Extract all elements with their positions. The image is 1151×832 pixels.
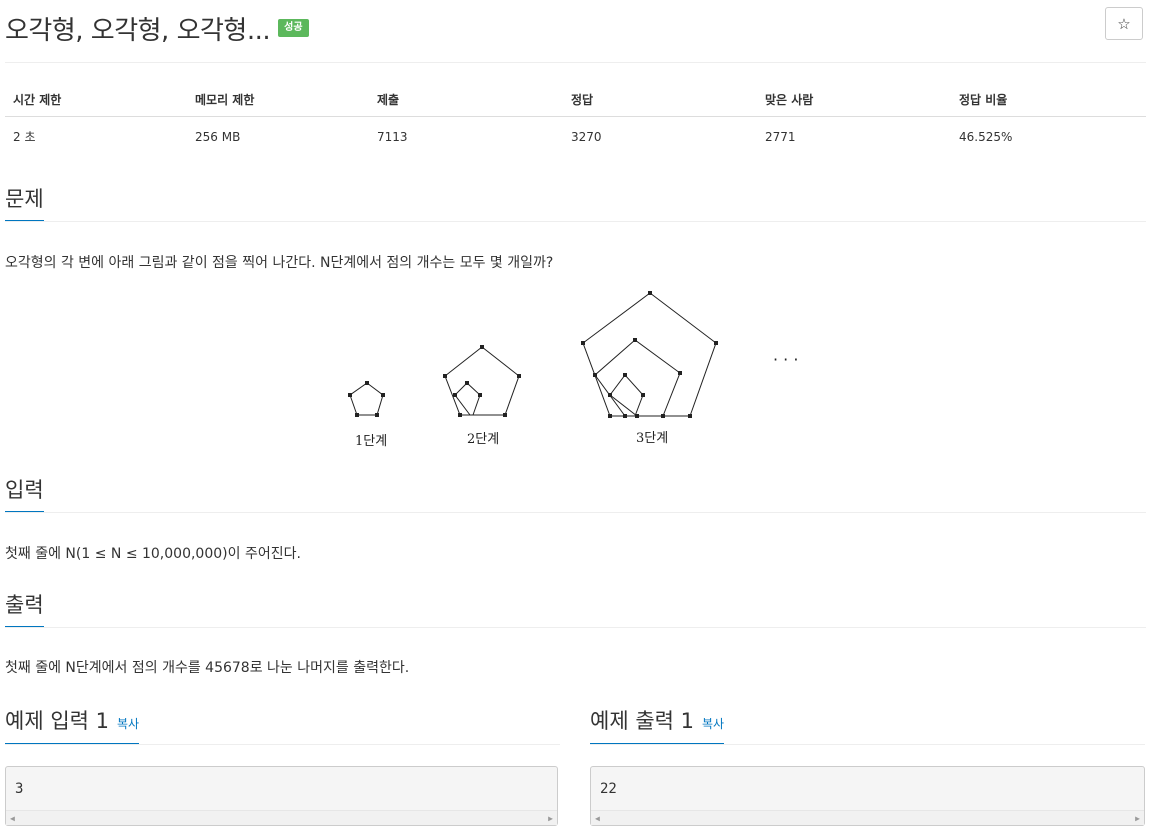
section-title: 입력	[5, 474, 44, 513]
sample-output-header: 예제 출력 1 복사	[590, 705, 1145, 745]
info-header: 제출	[369, 82, 563, 117]
sample-output-value: 22	[600, 781, 617, 797]
info-header: 메모리 제한	[187, 82, 369, 117]
section-title: 출력	[5, 589, 44, 628]
info-table: 시간 제한 메모리 제한 제출 정답 맞은 사람 정답 비율 2 초 256 M…	[5, 82, 1146, 153]
figure-label: 1단계	[355, 434, 387, 449]
sample-output-box[interactable]: 22 ◀ ▶	[590, 766, 1145, 826]
star-button[interactable]: ☆	[1105, 7, 1143, 40]
info-value: 256 MB	[195, 129, 241, 144]
sample-input-value: 3	[15, 781, 24, 797]
info-value: 7113	[377, 129, 408, 144]
info-header: 정답 비율	[951, 82, 1146, 117]
sample-input-header: 예제 입력 1 복사	[5, 705, 560, 745]
info-value: 3270	[571, 129, 602, 144]
sample-output-title: 예제 출력 1	[590, 709, 694, 733]
info-header-row: 시간 제한 메모리 제한 제출 정답 맞은 사람 정답 비율	[5, 82, 1146, 117]
info-value: 2 초	[13, 130, 36, 144]
info-value-row: 2 초 256 MB 7113 3270 2771 46.525%	[5, 117, 1146, 154]
title-row: 오각형, 오각형, 오각형... 성공	[5, 10, 309, 46]
scroll-right-icon[interactable]: ▶	[548, 814, 553, 823]
divider	[5, 62, 1146, 63]
output-description: 첫째 줄에 N단계에서 점의 개수를 45678로 나눈 나머지를 출력한다.	[5, 660, 410, 676]
problem-description: 오각형의 각 변에 아래 그림과 같이 점을 찍어 나간다. N단계에서 점의 …	[5, 255, 554, 271]
problem-title: 오각형, 오각형, 오각형...	[5, 15, 271, 46]
figure-ellipsis: · · ·	[773, 350, 798, 369]
pentagon-figure: 1단계 2단계 3단계 · · ·	[348, 291, 798, 449]
section-problem-header: 문제	[5, 183, 1146, 222]
info-value: 2771	[765, 129, 796, 144]
input-description: 첫째 줄에 N(1 ≤ N ≤ 10,000,000)이 주어진다.	[5, 546, 301, 562]
info-header: 정답	[563, 82, 757, 117]
star-icon: ☆	[1117, 14, 1131, 33]
info-header: 시간 제한	[5, 82, 187, 117]
scroll-right-icon[interactable]: ▶	[1135, 814, 1140, 823]
figure-label: 2단계	[467, 432, 499, 447]
info-header: 맞은 사람	[757, 82, 951, 117]
sample-input-title: 예제 입력 1	[5, 709, 109, 733]
horizontal-scrollbar[interactable]: ◀ ▶	[591, 810, 1144, 825]
sample-input-box[interactable]: 3 ◀ ▶	[5, 766, 558, 826]
figure-label: 3단계	[636, 431, 668, 446]
copy-output-link[interactable]: 복사	[702, 717, 724, 731]
copy-input-link[interactable]: 복사	[117, 717, 139, 731]
scroll-left-icon[interactable]: ◀	[10, 814, 15, 823]
scroll-left-icon[interactable]: ◀	[595, 814, 600, 823]
section-output-header: 출력	[5, 589, 1146, 628]
section-input-header: 입력	[5, 474, 1146, 513]
info-value: 46.525%	[959, 129, 1013, 144]
status-badge: 성공	[278, 19, 309, 37]
horizontal-scrollbar[interactable]: ◀ ▶	[6, 810, 557, 825]
section-title: 문제	[5, 183, 44, 222]
